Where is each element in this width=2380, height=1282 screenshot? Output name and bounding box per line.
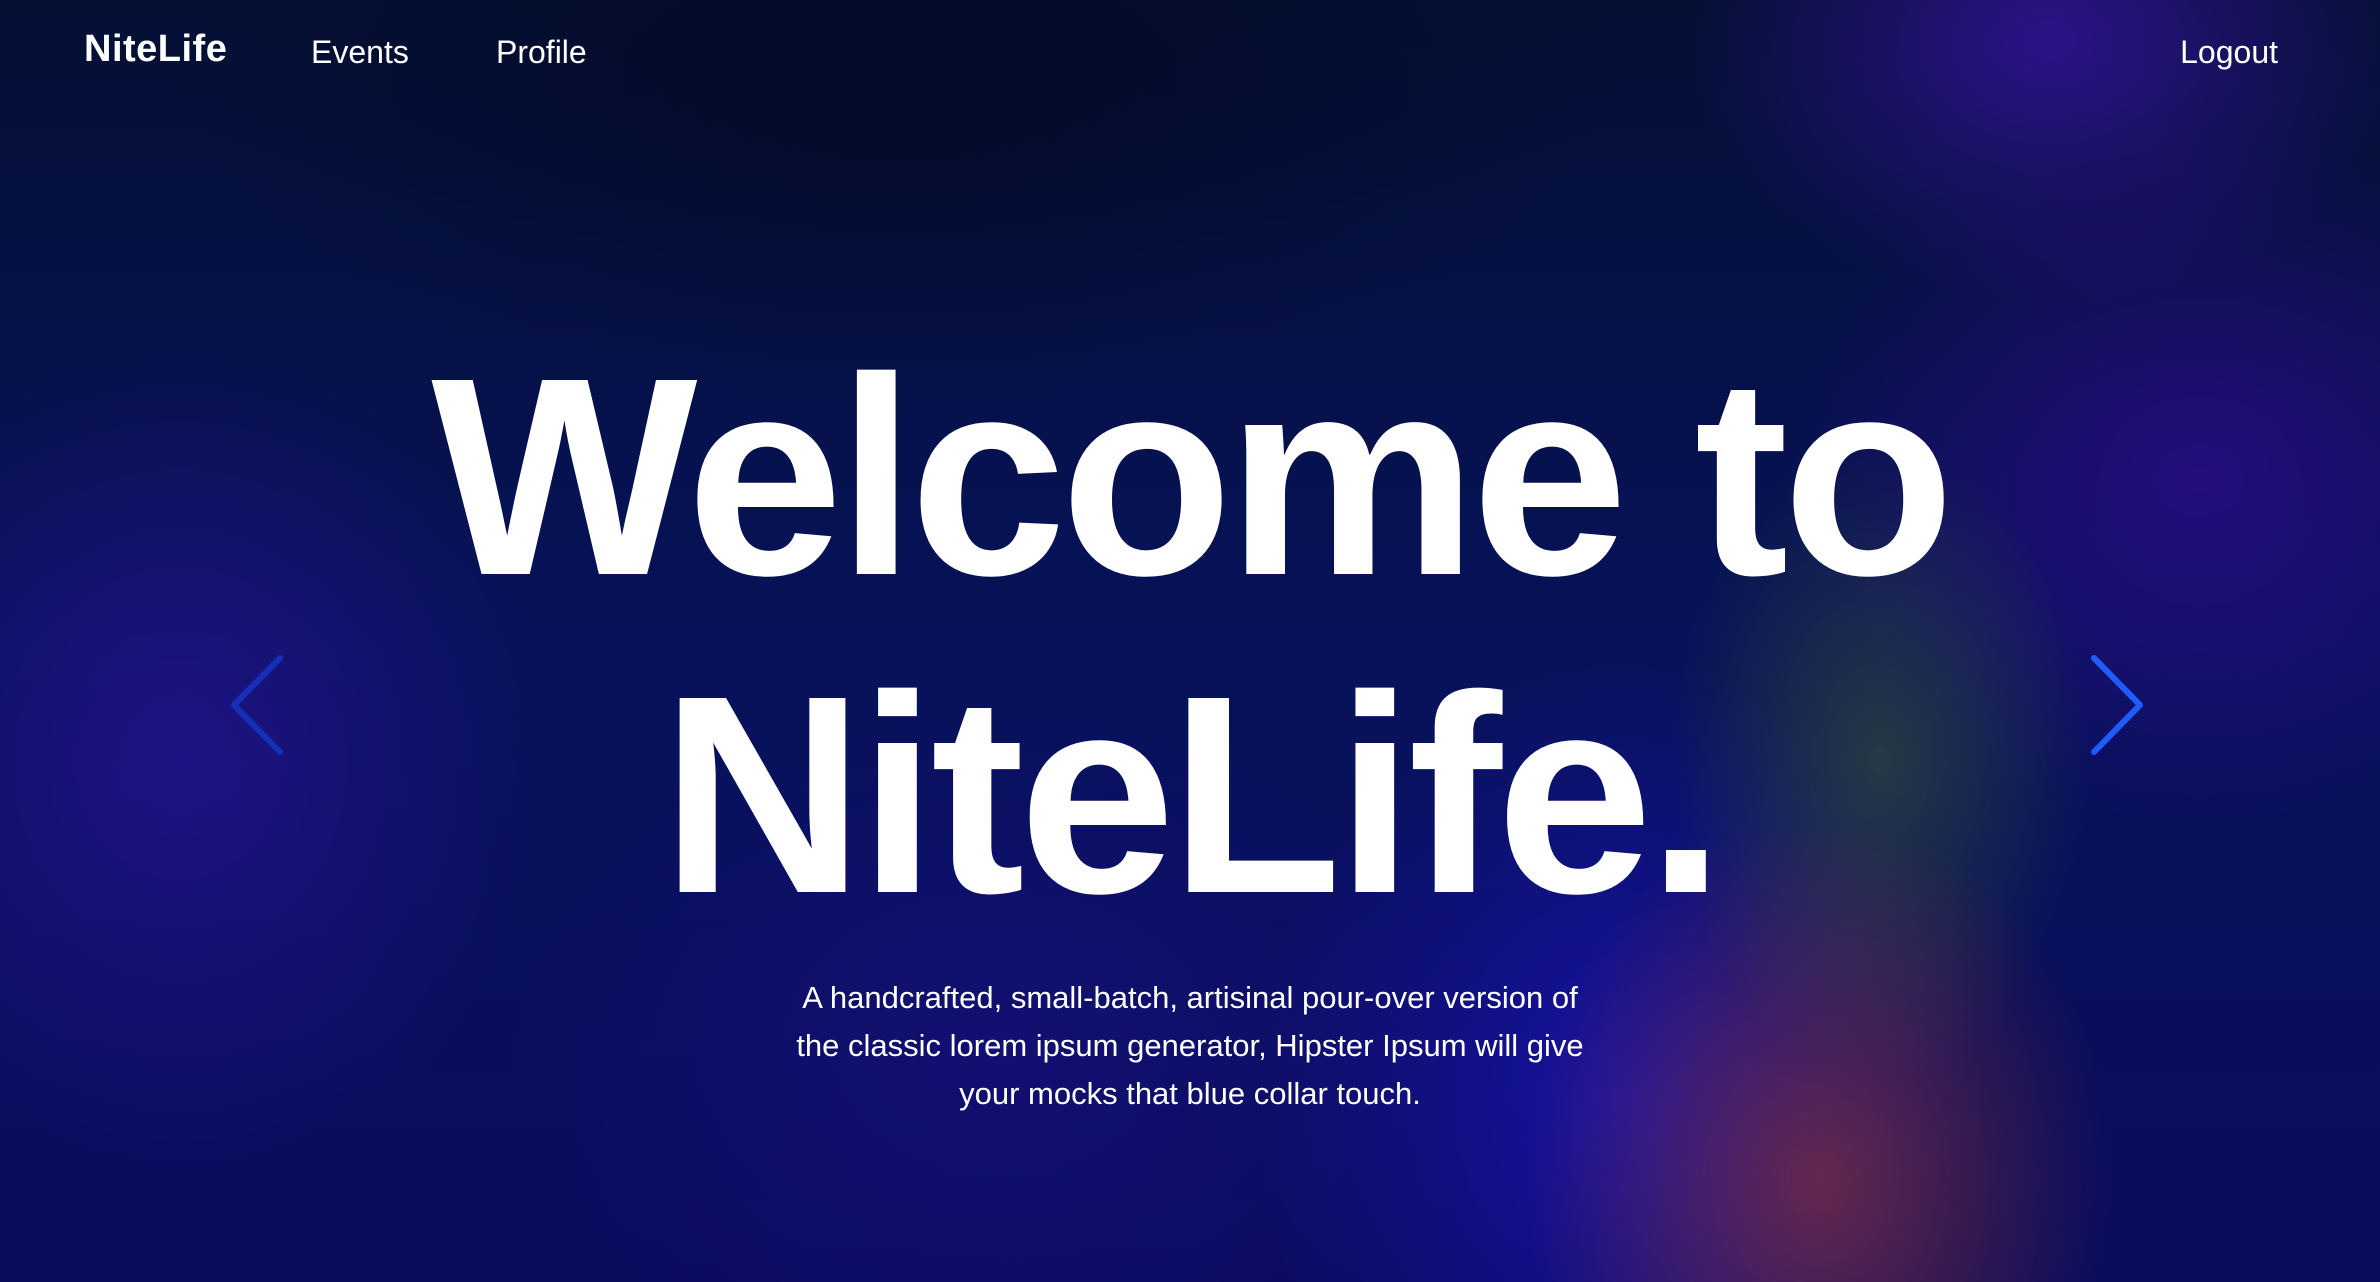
nav-link-profile[interactable]: Profile (496, 34, 587, 71)
hero-subtitle-line-3: your mocks that blue collar touch. (959, 1076, 1421, 1111)
nav-link-events[interactable]: Events (311, 34, 409, 71)
hero-headline-line-1: Welcome to (431, 319, 1954, 634)
hero-headline-line-2: NiteLife. (660, 637, 1725, 952)
hero-subtitle-line-1: A handcrafted, small-batch, artisinal po… (802, 980, 1578, 1015)
hero-subtitle: A handcrafted, small-batch, artisinal po… (740, 974, 1640, 1118)
logout-link[interactable]: Logout (2180, 34, 2278, 71)
brand-logo[interactable]: NiteLife (84, 28, 227, 71)
hero-subtitle-line-2: the classic lorem ipsum generator, Hipst… (796, 1028, 1584, 1063)
hero-carousel: NiteLife Events Profile Logout Welcome t… (0, 0, 2380, 1282)
top-navbar: NiteLife Events Profile Logout (0, 0, 2380, 110)
hero-headline: Welcome to NiteLife. (0, 318, 2380, 954)
